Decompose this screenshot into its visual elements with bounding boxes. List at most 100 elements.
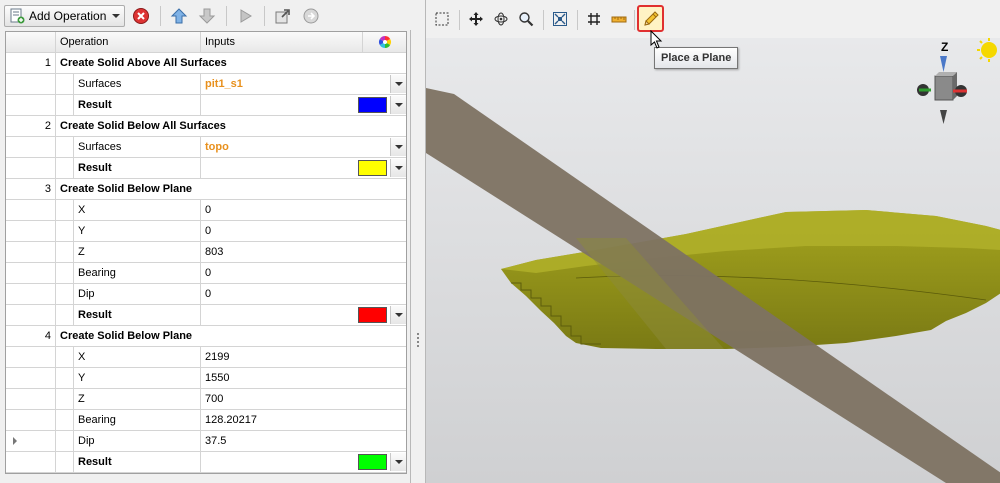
panel-splitter[interactable] <box>412 0 424 483</box>
parameter-row[interactable]: Y0 <box>6 221 406 242</box>
parameter-input[interactable] <box>200 95 406 115</box>
select-button[interactable] <box>430 7 454 31</box>
inputs-column-header[interactable]: Inputs <box>200 32 362 52</box>
pan-button[interactable] <box>464 7 488 31</box>
view-toolbar <box>426 0 1000 38</box>
3d-viewport[interactable]: Z <box>426 38 1000 483</box>
parameter-row[interactable]: X 2199 <box>6 347 406 368</box>
refresh-button[interactable] <box>299 5 323 27</box>
result-row[interactable]: Result <box>6 452 406 473</box>
ruler-icon <box>611 16 627 23</box>
delete-button[interactable] <box>129 5 153 27</box>
parameter-input[interactable]: 128.20217 <box>200 410 406 430</box>
parameter-label: Result <box>78 99 112 111</box>
row-indent <box>56 95 74 115</box>
parameter-input[interactable]: 0 <box>200 263 406 283</box>
color-dropdown-button[interactable] <box>390 306 406 324</box>
move-down-button[interactable] <box>195 5 219 27</box>
result-color-swatch[interactable] <box>358 160 387 176</box>
row-indent <box>56 368 74 388</box>
parameter-label: Y <box>78 225 86 237</box>
result-color-swatch[interactable] <box>358 307 387 323</box>
color-dropdown-button[interactable] <box>390 159 406 177</box>
delete-icon <box>133 8 149 24</box>
parameter-row[interactable]: Bearing 128.20217 <box>6 410 406 431</box>
grid-button[interactable] <box>582 7 606 31</box>
color-dropdown-button[interactable] <box>390 453 406 471</box>
parameter-row[interactable]: Surfaces pit1_s1 <box>6 74 406 95</box>
operation-row[interactable]: 2 Create Solid Below All Surfaces <box>6 116 406 137</box>
toolbar-separator <box>264 6 265 26</box>
parameter-row[interactable]: Z 700 <box>6 389 406 410</box>
parameter-label: Result <box>78 162 112 174</box>
parameter-input[interactable]: 0 <box>200 221 406 241</box>
parameter-row[interactable]: Z 803 <box>6 242 406 263</box>
row-indent <box>56 137 74 157</box>
color-column-header[interactable] <box>362 32 406 52</box>
3d-view-panel: Z Place a Plane <box>425 0 1000 483</box>
operation-name: Create Solid Below Plane <box>60 183 193 195</box>
parameter-value: 0 <box>205 225 212 237</box>
parameter-label: Result <box>78 309 112 321</box>
surface-dropdown-button[interactable] <box>390 138 406 156</box>
surface-dropdown-button[interactable] <box>390 75 406 93</box>
add-operation-label: Add Operation <box>29 9 107 23</box>
result-row[interactable]: Result <box>6 305 406 326</box>
zoom-button[interactable] <box>514 7 538 31</box>
add-operation-button[interactable]: Add Operation <box>4 5 125 27</box>
result-row[interactable]: Result <box>6 158 406 179</box>
parameter-input[interactable]: 803 <box>200 242 406 262</box>
operations-panel: Add Operation Operation Inputs 1 Create … <box>0 0 411 483</box>
measure-button[interactable] <box>607 7 631 31</box>
parameter-input[interactable]: 0 <box>200 284 406 304</box>
parameter-row[interactable]: Y 1550 <box>6 368 406 389</box>
operation-row[interactable]: 1 Create Solid Above All Surfaces <box>6 53 406 74</box>
zoom-extents-icon <box>553 12 567 26</box>
result-row[interactable]: Result <box>6 95 406 116</box>
run-button[interactable] <box>233 5 257 27</box>
result-color-swatch[interactable] <box>358 97 387 113</box>
parameter-input[interactable]: 1550 <box>200 368 406 388</box>
parameter-row[interactable]: X0 <box>6 200 406 221</box>
row-indent <box>56 200 74 220</box>
row-number <box>6 410 56 430</box>
row-indent <box>56 431 74 451</box>
zoom-extents-button[interactable] <box>548 7 572 31</box>
toolbar-separator <box>459 10 460 30</box>
move-up-button[interactable] <box>167 5 191 27</box>
color-dropdown-button[interactable] <box>390 96 406 114</box>
parameter-row[interactable]: Bearing 0 <box>6 263 406 284</box>
parameter-row[interactable]: Surfaces topo <box>6 137 406 158</box>
parameter-value: 128.20217 <box>205 414 257 426</box>
parameter-label: Surfaces <box>78 78 122 90</box>
axis-cube-icon <box>917 56 967 124</box>
parameter-input[interactable]: 0 <box>200 200 406 220</box>
operation-column-header[interactable]: Operation <box>56 32 200 52</box>
operation-row[interactable]: 3 Create Solid Below Plane <box>6 179 406 200</box>
row-number <box>6 452 56 472</box>
place-plane-button[interactable] <box>637 5 664 32</box>
parameter-value: 0 <box>205 267 212 279</box>
app-window: Add Operation Operation Inputs 1 Create … <box>0 0 1000 483</box>
export-button[interactable] <box>271 5 295 27</box>
parameter-input[interactable] <box>200 305 406 325</box>
parameter-input[interactable]: 700 <box>200 389 406 409</box>
sun-light-icon[interactable] <box>971 38 1000 70</box>
parameter-input[interactable] <box>200 452 406 472</box>
parameter-input[interactable]: pit1_s1 <box>200 74 406 94</box>
parameter-input[interactable]: 2199 <box>200 347 406 367</box>
rotate-button[interactable] <box>489 7 513 31</box>
parameter-input[interactable] <box>200 158 406 178</box>
row-indent <box>56 74 74 94</box>
result-color-swatch[interactable] <box>358 454 387 470</box>
splitter-grip-icon <box>417 333 419 347</box>
row-number <box>6 368 56 388</box>
orientation-widget[interactable]: Z <box>911 40 971 130</box>
parameter-row[interactable]: Dip 37.5 <box>6 431 406 452</box>
parameter-input[interactable]: 37.5 <box>200 431 406 451</box>
parameter-input[interactable]: topo <box>200 137 406 157</box>
select-box-icon <box>435 12 449 26</box>
parameter-label: Result <box>78 456 112 468</box>
parameter-row[interactable]: Dip 0 <box>6 284 406 305</box>
operation-row[interactable]: 4 Create Solid Below Plane <box>6 326 406 347</box>
